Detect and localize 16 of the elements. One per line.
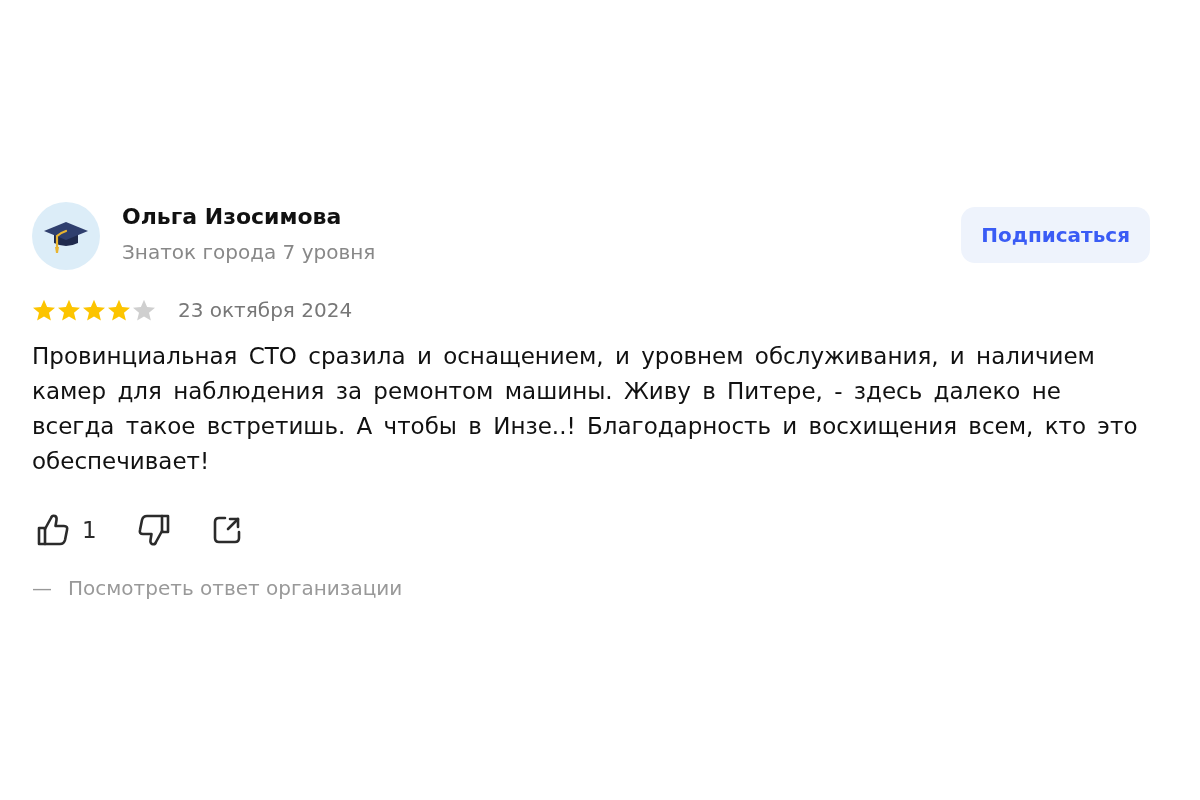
review-date: 23 октября 2024 [178,297,353,324]
organization-reply-link[interactable]: — Посмотреть ответ организации [32,572,403,603]
subscribe-button[interactable]: Подписаться [961,207,1150,263]
dislike-button[interactable] [136,513,171,548]
graduation-cap-icon [32,202,100,270]
star-icon [57,298,81,322]
thumbs-down-icon [136,513,171,548]
review-text: Провинциальная СТО сразила и оснащением, и уровнем обслуживания, и наличием камер для наблюдения за ремонтом машины. Живу в Питере, - здесь далеко не всегда такое встретишь. А чтобы в Инзе..! Благодарность и восхищения всем, кто это обеспечивает! [32,342,1139,476]
like-button[interactable]: 1 [36,513,97,548]
thumbs-up-icon [36,513,70,548]
star-icon [132,298,156,322]
star-icon [32,298,56,322]
star-icon [107,298,131,322]
star-icon [82,298,106,322]
author-name: Ольга Изосимова [122,203,343,231]
author-level: Знаток города 7 уровня [122,239,376,266]
